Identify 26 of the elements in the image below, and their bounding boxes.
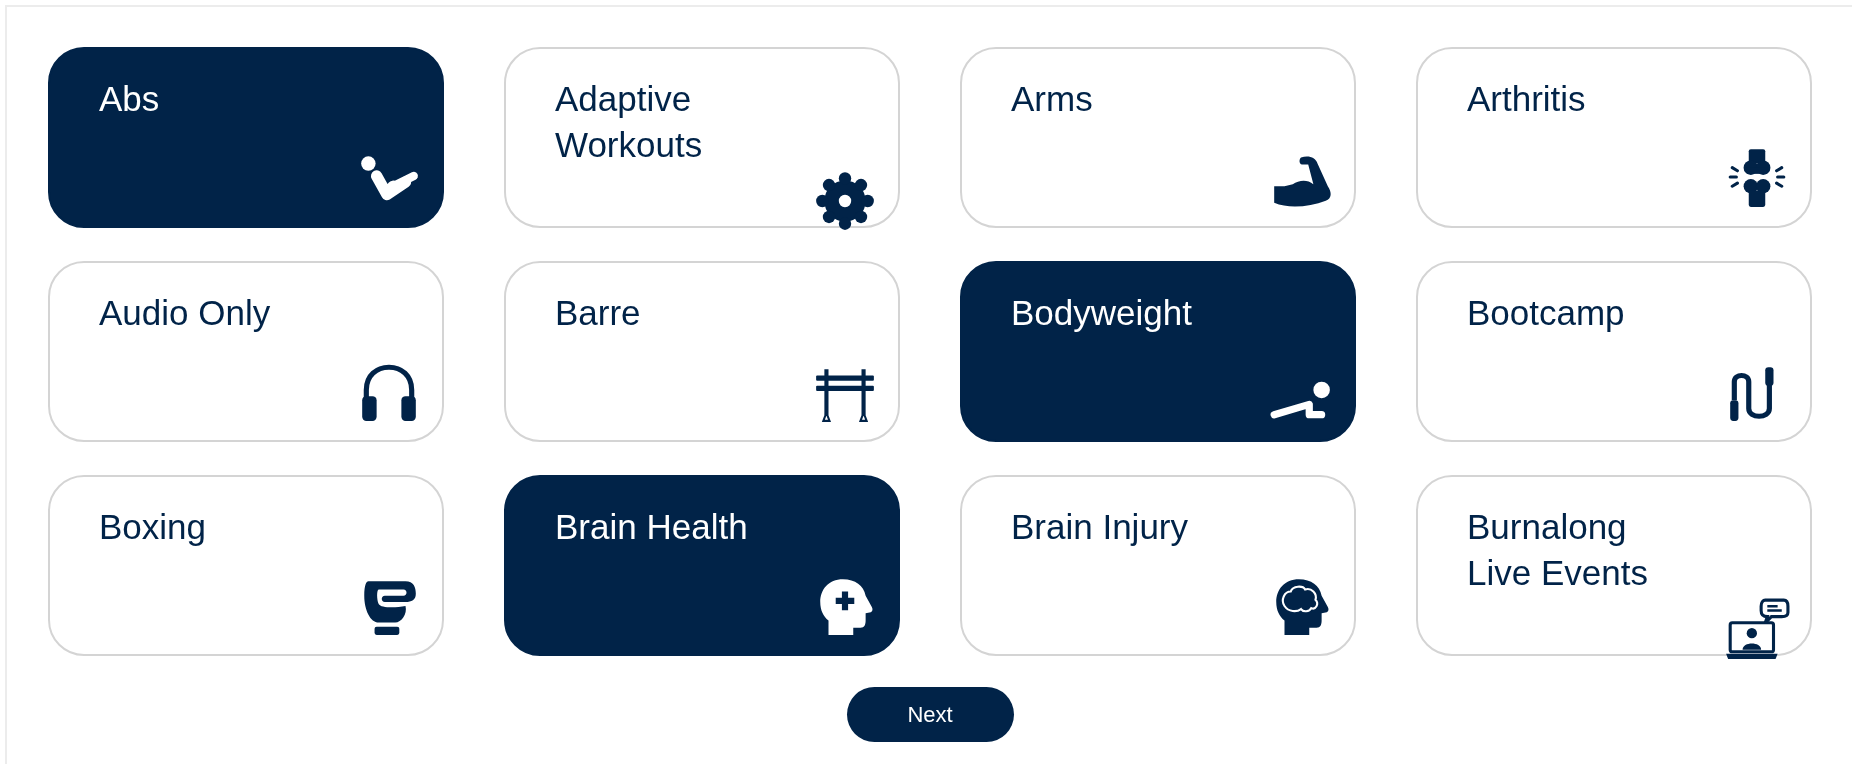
category-card[interactable]: Boxing <box>48 475 444 656</box>
category-card[interactable]: Brain Health <box>504 475 900 656</box>
category-label: Burnalong Live Events <box>1467 506 1649 594</box>
category-card[interactable]: Arms <box>960 47 1356 228</box>
category-label: Adaptive Workouts <box>555 78 704 166</box>
next-button[interactable]: Next <box>846 687 1014 742</box>
category-label: Arthritis <box>1467 78 1587 120</box>
category-label: Bodyweight <box>1011 292 1193 334</box>
category-label: Brain Injury <box>1011 506 1190 548</box>
category-card[interactable]: Adaptive Workouts <box>504 47 900 228</box>
category-card[interactable]: Audio Only <box>48 261 444 442</box>
category-label: Arms <box>1011 78 1094 120</box>
category-label: Abs <box>99 78 161 120</box>
category-label: Brain Health <box>555 506 749 548</box>
category-card[interactable]: Burnalong Live Events <box>1416 475 1812 656</box>
category-card[interactable]: Brain Injury <box>960 475 1356 656</box>
category-card[interactable]: Abs <box>48 47 444 228</box>
category-card[interactable]: Barre <box>504 261 900 442</box>
category-card[interactable]: Arthritis <box>1416 47 1812 228</box>
category-label: Audio Only <box>99 292 272 334</box>
category-card[interactable]: Bootcamp <box>1416 261 1812 442</box>
category-label: Boxing <box>99 506 208 548</box>
laptop-video-chat-icon <box>1724 596 1790 662</box>
category-label: Barre <box>555 292 642 334</box>
category-card[interactable]: Bodyweight <box>960 261 1356 442</box>
category-label: Bootcamp <box>1467 292 1626 334</box>
